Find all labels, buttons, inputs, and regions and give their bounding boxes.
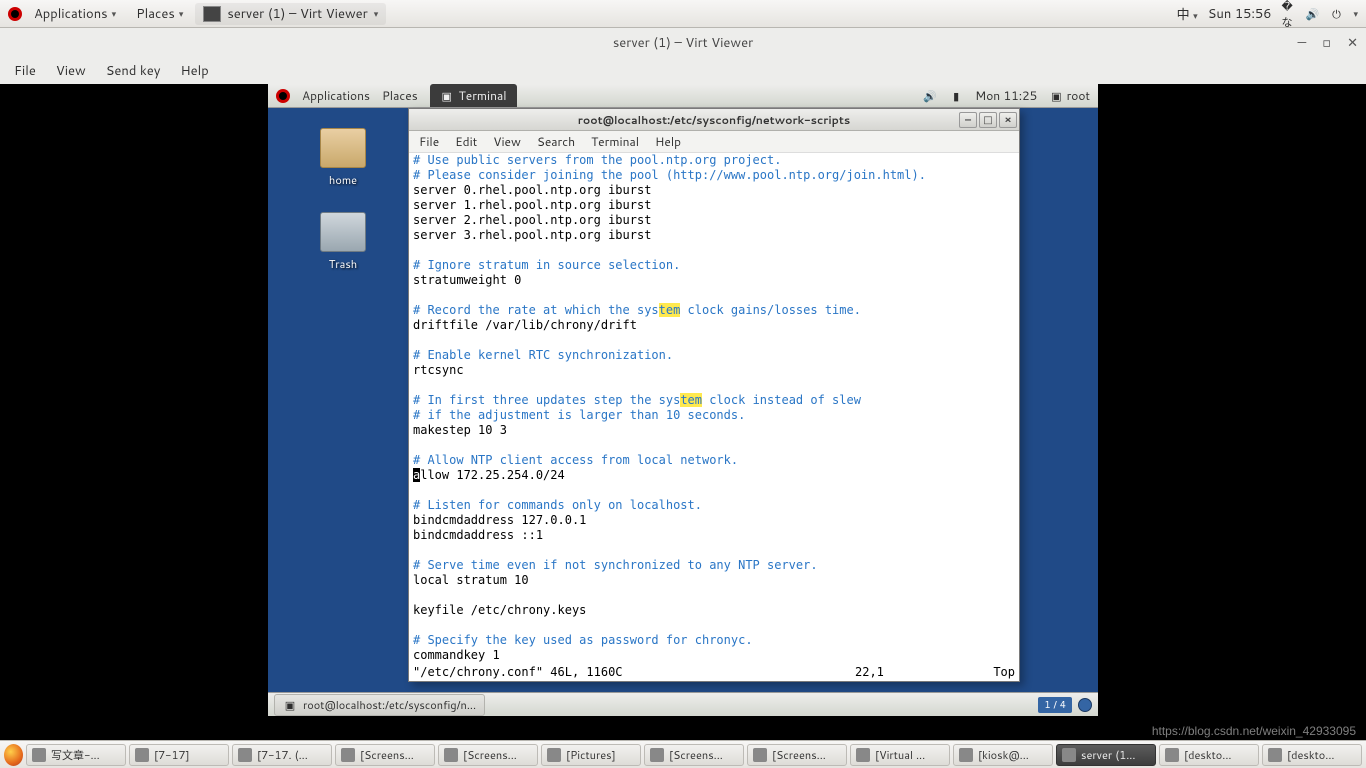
term-menu-help[interactable]: Help [655, 133, 681, 150]
power-icon[interactable]: ⏻ [1329, 7, 1343, 21]
app-icon [856, 748, 870, 762]
user-icon: ▣ [1049, 89, 1063, 103]
app-icon [753, 748, 767, 762]
window-thumb-icon [203, 6, 221, 22]
host-top-panel: Applications ▾ Places ▾ server (1) – Vir… [0, 0, 1366, 28]
battery-icon[interactable]: ▮ [949, 89, 963, 103]
redhat-icon [276, 89, 290, 103]
maximize-button[interactable]: ▫ [1322, 34, 1331, 52]
term-menu-view[interactable]: View [493, 133, 521, 150]
guest-bottom-panel: ▣ root@localhost:/etc/sysconfig/n... 1 /… [268, 692, 1098, 716]
host-taskbar-item[interactable]: [deskto... [1262, 744, 1362, 766]
volume-icon[interactable]: 🔊 [1305, 7, 1319, 21]
app-icon [135, 748, 149, 762]
redhat-icon [8, 7, 22, 21]
terminal-window[interactable]: root@localhost:/etc/sysconfig/network-sc… [408, 108, 1020, 682]
term-menu-search[interactable]: Search [537, 133, 575, 150]
terminal-icon: ▣ [283, 698, 297, 712]
show-desktop-button[interactable] [1078, 698, 1092, 712]
desktop-icon-trash[interactable]: Trash [308, 212, 378, 272]
menu-help[interactable]: Help [180, 62, 208, 80]
chevron-down-icon: ▾ [374, 7, 379, 20]
chevron-down-icon: ▾ [1353, 7, 1358, 20]
virt-viewer-menubar: File View Send key Help [0, 58, 1366, 84]
terminal-menubar: File Edit View Search Terminal Help [409, 131, 1019, 153]
app-icon [1268, 748, 1282, 762]
terminal-icon: ▣ [440, 89, 454, 103]
term-menu-edit[interactable]: Edit [455, 133, 477, 150]
term-menu-file[interactable]: File [419, 133, 439, 150]
menu-view[interactable]: View [56, 62, 86, 80]
host-places-menu[interactable]: Places ▾ [128, 2, 191, 26]
guest-desktop[interactable]: Applications Places ▣ Terminal 🔊 ▮ Mon 1… [268, 84, 1098, 716]
host-taskbar-item[interactable]: 写文章-... [26, 744, 126, 766]
term-menu-terminal[interactable]: Terminal [591, 133, 639, 150]
host-applications-menu[interactable]: Applications ▾ [26, 2, 124, 26]
guest-places-menu[interactable]: Places [382, 87, 418, 104]
host-taskbar-item[interactable]: [Virtual ... [850, 744, 950, 766]
desktop-icon-home[interactable]: home [308, 128, 378, 188]
app-icon [650, 748, 664, 762]
app-icon [1062, 748, 1076, 762]
host-taskbar-item[interactable]: [Pictures] [541, 744, 641, 766]
host-taskbar-item[interactable]: [Screens... [747, 744, 847, 766]
minimize-button[interactable]: – [959, 112, 977, 128]
terminal-title: root@localhost:/etc/sysconfig/network-sc… [578, 112, 850, 128]
close-button[interactable]: ✕ [1347, 34, 1358, 52]
host-taskbar-item[interactable]: [Screens... [438, 744, 538, 766]
guest-user-menu[interactable]: ▣ root [1049, 87, 1090, 104]
app-icon [341, 748, 355, 762]
menu-sendkey[interactable]: Send key [106, 62, 161, 80]
window-title: server (1) – Virt Viewer [613, 34, 753, 52]
close-button[interactable]: × [999, 112, 1017, 128]
menu-file[interactable]: File [14, 62, 36, 80]
guest-active-window-tab[interactable]: ▣ Terminal [430, 84, 517, 107]
maximize-button[interactable]: □ [979, 112, 997, 128]
wifi-icon[interactable]: �な [1281, 7, 1295, 21]
terminal-content[interactable]: # Use public servers from the pool.ntp.o… [409, 153, 1019, 665]
guest-framebuffer-area: Applications Places ▣ Terminal 🔊 ▮ Mon 1… [0, 84, 1366, 746]
minimize-button[interactable]: — [1297, 34, 1306, 52]
app-icon [444, 748, 458, 762]
guest-applications-menu[interactable]: Applications [302, 87, 370, 104]
ime-indicator[interactable]: 中 ▾ [1177, 4, 1198, 24]
guest-top-panel: Applications Places ▣ Terminal 🔊 ▮ Mon 1… [268, 84, 1098, 108]
app-icon [1165, 748, 1179, 762]
chevron-down-icon: ▾ [179, 7, 184, 20]
host-taskbar-item[interactable]: [Screens... [335, 744, 435, 766]
virt-viewer-titlebar[interactable]: server (1) – Virt Viewer — ▫ ✕ [0, 28, 1366, 58]
host-taskbar-item[interactable]: [deskto... [1159, 744, 1259, 766]
app-icon [238, 748, 252, 762]
guest-clock[interactable]: Mon 11:25 [975, 87, 1037, 104]
host-running-app[interactable]: server (1) – Virt Viewer ▾ [195, 3, 386, 25]
host-taskbar-item[interactable]: server (1... [1056, 744, 1156, 766]
host-taskbar-item[interactable]: [kiosk@... [953, 744, 1053, 766]
trash-icon [320, 212, 366, 252]
host-taskbar-item[interactable]: [7-17] [129, 744, 229, 766]
virt-viewer-window: server (1) – Virt Viewer — ▫ ✕ File View… [0, 28, 1366, 746]
vim-status-line: "/etc/chrony.conf" 46L, 1160C 22,1 Top [409, 665, 1019, 681]
guest-taskbar-item[interactable]: ▣ root@localhost:/etc/sysconfig/n... [274, 694, 485, 716]
app-icon [959, 748, 973, 762]
app-icon [32, 748, 46, 762]
folder-icon [320, 128, 366, 168]
host-taskbar-item[interactable]: [Screens... [644, 744, 744, 766]
chevron-down-icon: ▾ [112, 7, 117, 20]
app-icon [547, 748, 561, 762]
volume-icon[interactable]: 🔊 [923, 89, 937, 103]
firefox-icon[interactable] [4, 744, 23, 766]
host-taskbar-item[interactable]: [7-17. (... [232, 744, 332, 766]
workspace-indicator[interactable]: 1 / 4 [1038, 697, 1072, 713]
terminal-titlebar[interactable]: root@localhost:/etc/sysconfig/network-sc… [409, 109, 1019, 131]
clock[interactable]: Sun 15:56 [1208, 5, 1272, 23]
host-bottom-panel: 写文章-...[7-17][7-17. (...[Screens...[Scre… [0, 740, 1366, 768]
